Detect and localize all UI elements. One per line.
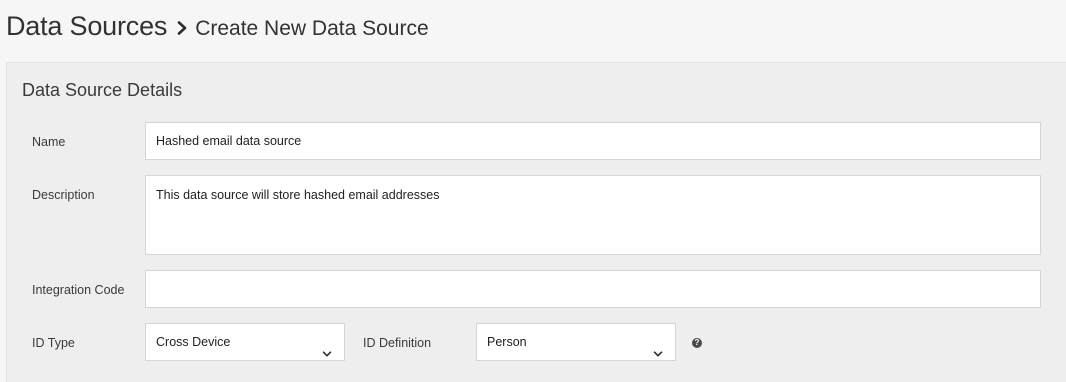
integration-code-label: Integration Code (32, 283, 125, 297)
page: Data Sources Create New Data Source Data… (0, 0, 1066, 382)
name-label: Name (32, 135, 66, 149)
id-type-selected-value: Cross Device (156, 335, 231, 349)
description-label: Description (32, 188, 95, 202)
help-icon[interactable]: ? (692, 338, 702, 348)
id-type-select[interactable]: Cross Device (145, 323, 345, 361)
name-input[interactable]: Hashed email data source (145, 122, 1041, 160)
chevron-down-icon (322, 337, 332, 357)
breadcrumb-current-page: Create New Data Source (195, 17, 429, 40)
chevron-down-icon (653, 337, 663, 357)
breadcrumb-data-sources[interactable]: Data Sources (6, 11, 167, 42)
integration-code-input[interactable] (145, 270, 1041, 308)
id-definition-label: ID Definition (363, 336, 432, 350)
description-textarea[interactable]: This data source will store hashed email… (145, 175, 1041, 255)
panel-title: Data Source Details (22, 80, 183, 100)
chevron-right-icon (177, 21, 187, 35)
data-source-details-panel: Data Source Details Name Hashed email da… (6, 62, 1066, 382)
id-type-label: ID Type (32, 336, 75, 350)
breadcrumb: Data Sources Create New Data Source (6, 11, 429, 51)
id-definition-select[interactable]: Person (476, 323, 676, 361)
id-definition-selected-value: Person (487, 335, 527, 349)
